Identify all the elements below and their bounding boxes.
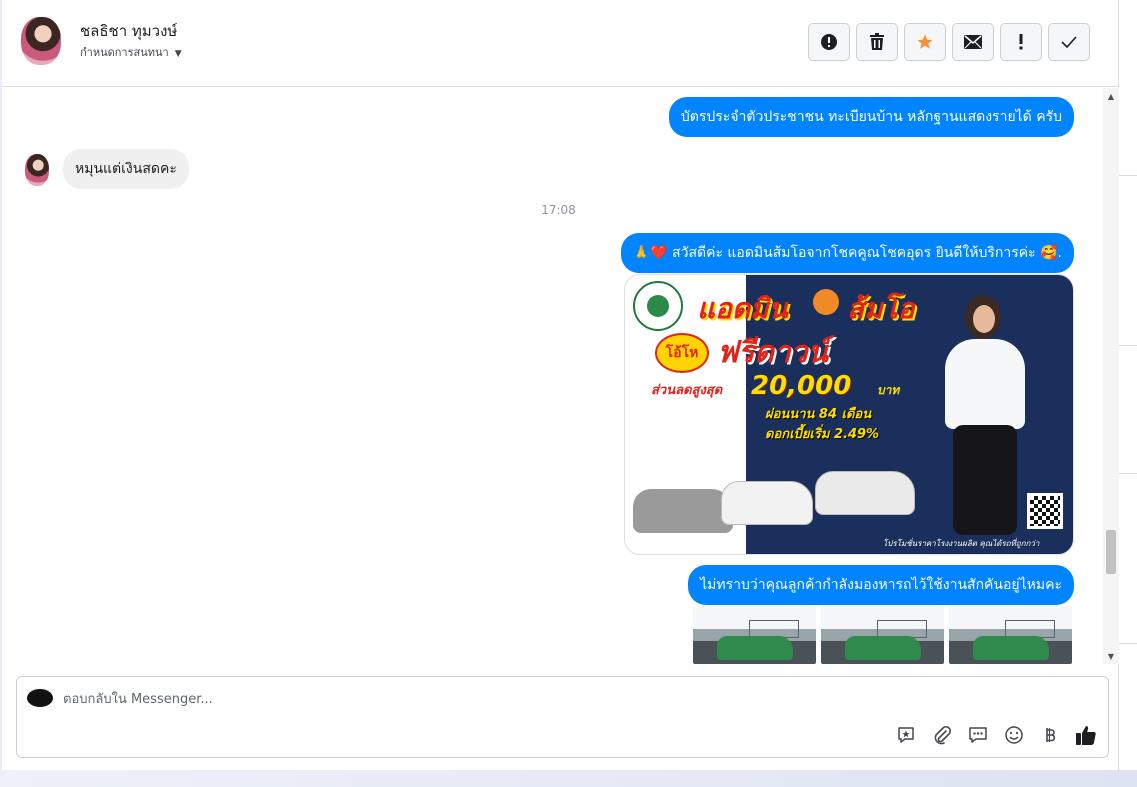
- promo-image-attachment[interactable]: แอดมิน ส้มโอ โอ้โห ฟรีดาวน์ ส่วนลดสูงสุด…: [624, 274, 1074, 555]
- alert-circle-icon: [821, 34, 837, 50]
- done-button[interactable]: [1048, 23, 1090, 61]
- emoji-prefix: 🙏❤️: [632, 245, 668, 261]
- car-silver-image: [633, 489, 733, 533]
- message-timestamp: 17:08: [541, 203, 576, 217]
- paperclip-icon: [934, 725, 952, 745]
- qr-code-icon: [1027, 493, 1063, 529]
- emoji-button[interactable]: [1002, 723, 1026, 747]
- conversation-schedule-dropdown[interactable]: กำหนดการสนทนา ▼: [80, 43, 182, 61]
- envelope-icon: [964, 35, 982, 49]
- promo-title-name: ส้มโอ: [847, 292, 915, 325]
- saved-replies-button[interactable]: [894, 723, 918, 747]
- smiley-icon: [1005, 726, 1023, 744]
- reply-composer: [16, 676, 1109, 758]
- promo-tagline: โปรโมชั่นราคาโรงงานผลิต คุณได้รถที่ถูกกว…: [883, 539, 1040, 548]
- promo-burst: โอ้โห: [655, 333, 709, 373]
- reply-input[interactable]: [63, 687, 863, 711]
- important-button[interactable]: [1000, 23, 1042, 61]
- schedule-label: กำหนดการสนทนา: [80, 46, 169, 59]
- message-list[interactable]: บัตรประจำตัวประชาชน ทะเบียนบ้าน หลักฐานแ…: [2, 88, 1103, 664]
- car-white-pickup-image: [815, 471, 915, 515]
- scroll-down-arrow-icon[interactable]: ▼: [1103, 648, 1119, 664]
- greeting-text: สวัสดีค่ะ แอดมินส้มโอจากโชคคูณโชคอุดร ยิ…: [672, 245, 1036, 261]
- promo-discount-label: ส่วนลดสูงสุด: [651, 383, 723, 398]
- attach-file-button[interactable]: [930, 723, 954, 747]
- composer-tools: [894, 723, 1098, 747]
- emoji-suffix: 🥰.: [1040, 245, 1062, 261]
- star-button[interactable]: [904, 23, 946, 61]
- scrollbar-thumb[interactable]: [1106, 530, 1116, 574]
- scroll-up-arrow-icon[interactable]: ▲: [1103, 88, 1119, 104]
- promo-title-admin: แอดมิน: [697, 292, 788, 325]
- promo-amount: 20,000: [751, 371, 852, 401]
- message-outgoing[interactable]: บัตรประจำตัวประชาชน ทะเบียนบ้าน หลักฐานแ…: [668, 97, 1074, 137]
- star-icon: [917, 34, 933, 49]
- promo-free-down: ฟรีดาวน์: [717, 335, 829, 370]
- dealer-logo-icon: [633, 281, 683, 331]
- thumbs-up-icon: [1076, 726, 1096, 745]
- exclamation-icon: [1019, 34, 1023, 50]
- message-incoming[interactable]: หมุนแต่เงินสดคะ: [63, 149, 189, 189]
- trash-icon: [870, 33, 884, 50]
- promo-interest: ดอกเบี้ยเริ่ม 2.49%: [765, 427, 880, 442]
- mark-unread-button[interactable]: [952, 23, 994, 61]
- message-scrollbar[interactable]: ▲ ▼: [1103, 88, 1119, 664]
- page-footer-band: [0, 770, 1137, 787]
- promo-installments: ผ่อนนาน 84 เดือน: [765, 407, 872, 422]
- pomelo-icon: [813, 289, 839, 315]
- spam-button[interactable]: [808, 23, 850, 61]
- payment-button[interactable]: [1038, 723, 1062, 747]
- check-icon: [1061, 36, 1077, 48]
- caret-down-icon: ▼: [174, 49, 182, 59]
- page-logo-icon: [27, 689, 53, 707]
- side-panel-edge: [1119, 0, 1137, 787]
- car-white-suv-image: [721, 481, 813, 525]
- conversation-header: ชลธิชา ทุมวงษ์ กำหนดการสนทนา ▼: [2, 0, 1119, 87]
- promo-unit: บาท: [877, 383, 900, 397]
- photo-thumbnail[interactable]: [949, 606, 1072, 664]
- quick-replies-button[interactable]: [966, 723, 990, 747]
- chat-bubble-icon: [969, 727, 987, 743]
- conversation-panel: ชลธิชา ทุมวงษ์ กำหนดการสนทนา ▼ บัตรประจำ…: [2, 0, 1119, 770]
- conversation-toolbar: [808, 23, 1090, 61]
- delete-button[interactable]: [856, 23, 898, 61]
- contact-avatar[interactable]: [21, 17, 61, 65]
- contact-avatar-small: [25, 154, 49, 186]
- like-button[interactable]: [1074, 723, 1098, 747]
- saved-reply-icon: [898, 727, 914, 743]
- photo-thumbnail[interactable]: [693, 606, 816, 664]
- baht-icon: [1046, 728, 1056, 742]
- message-outgoing-question[interactable]: ไม่ทราบว่าคุณลูกค้ากำลังมองหารถไว้ใช้งาน…: [688, 565, 1074, 605]
- photo-thumbnail[interactable]: [821, 606, 944, 664]
- message-outgoing-greeting[interactable]: 🙏❤️ สวัสดีค่ะ แอดมินส้มโอจากโชคคูณโชคอุด…: [620, 233, 1074, 273]
- contact-name[interactable]: ชลธิชา ทุมวงษ์: [80, 19, 177, 43]
